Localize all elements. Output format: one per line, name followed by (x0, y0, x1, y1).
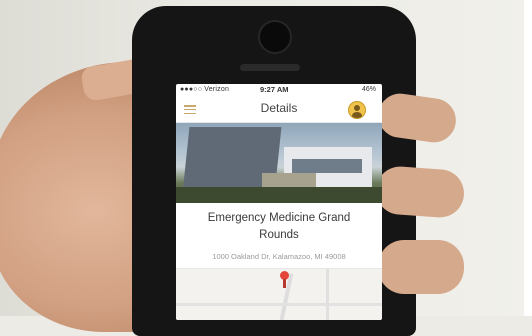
battery-level: 46% (361, 86, 376, 93)
speaker-grille (240, 64, 300, 71)
finger-2 (374, 164, 466, 220)
event-title-line1: Emergency Medicine Grand (207, 212, 351, 224)
trees (176, 187, 382, 203)
location-map[interactable] (176, 268, 382, 320)
status-time: 9:27 AM (260, 85, 289, 94)
map-road (326, 269, 329, 320)
camera-icon (258, 20, 292, 54)
profile-icon[interactable] (348, 101, 366, 119)
status-bar: ●●●○○ Verizon 9:27 AM 46% (176, 84, 382, 96)
building-windows (292, 159, 362, 173)
phone-screen: ●●●○○ Verizon 9:27 AM 46% Details Emerge… (176, 84, 382, 320)
venue-photo (176, 123, 382, 203)
map-pin-icon[interactable] (280, 271, 289, 288)
finger-3 (378, 240, 464, 294)
event-title: Emergency Medicine Grand Rounds (176, 210, 382, 244)
nav-bar: Details (176, 96, 382, 123)
frame-edge (524, 0, 532, 316)
event-address[interactable]: 1000 Oakland Dr, Kalamazoo, MI 49008 (176, 252, 382, 261)
carrier-label: ●●●○○ Verizon (180, 86, 230, 93)
map-road (176, 303, 382, 306)
map-road (278, 273, 294, 320)
event-title-line2: Rounds (259, 229, 299, 241)
